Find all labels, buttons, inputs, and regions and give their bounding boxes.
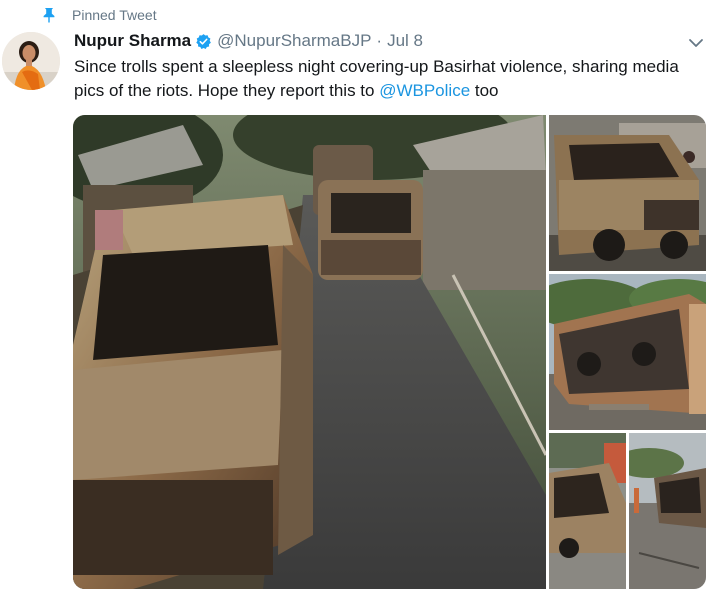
verified-badge-icon [195, 33, 212, 50]
mention-link[interactable]: @WBPolice [379, 81, 470, 100]
tweet-text-tail: too [470, 81, 499, 100]
pinned-label: Pinned Tweet [72, 7, 157, 23]
tweet-date[interactable]: Jul 8 [387, 31, 423, 51]
pinned-tweet-indicator: Pinned Tweet [42, 5, 157, 25]
media-photo-burnt-cars-road[interactable] [73, 115, 546, 589]
pin-icon [42, 7, 56, 23]
avatar[interactable] [2, 32, 60, 90]
media-photo-overturned-bus[interactable] [549, 274, 706, 430]
user-handle[interactable]: @NupurSharmaBJP [217, 31, 371, 51]
chevron-down-icon[interactable] [688, 36, 704, 48]
tweet-text-body: Since trolls spent a sleepless night cov… [74, 57, 679, 100]
media-photo-burnt-car-crowd[interactable] [549, 433, 626, 589]
tweet-header: Nupur Sharma @NupurSharmaBJP · Jul 8 [74, 31, 423, 51]
media-grid [73, 115, 706, 589]
display-name[interactable]: Nupur Sharma [74, 31, 191, 51]
tweet-text: Since trolls spent a sleepless night cov… [74, 55, 704, 103]
media-photo-burnt-jeep[interactable] [549, 115, 706, 271]
media-photo-burnt-vehicles-street[interactable] [629, 433, 706, 589]
separator-dot: · [376, 31, 383, 50]
